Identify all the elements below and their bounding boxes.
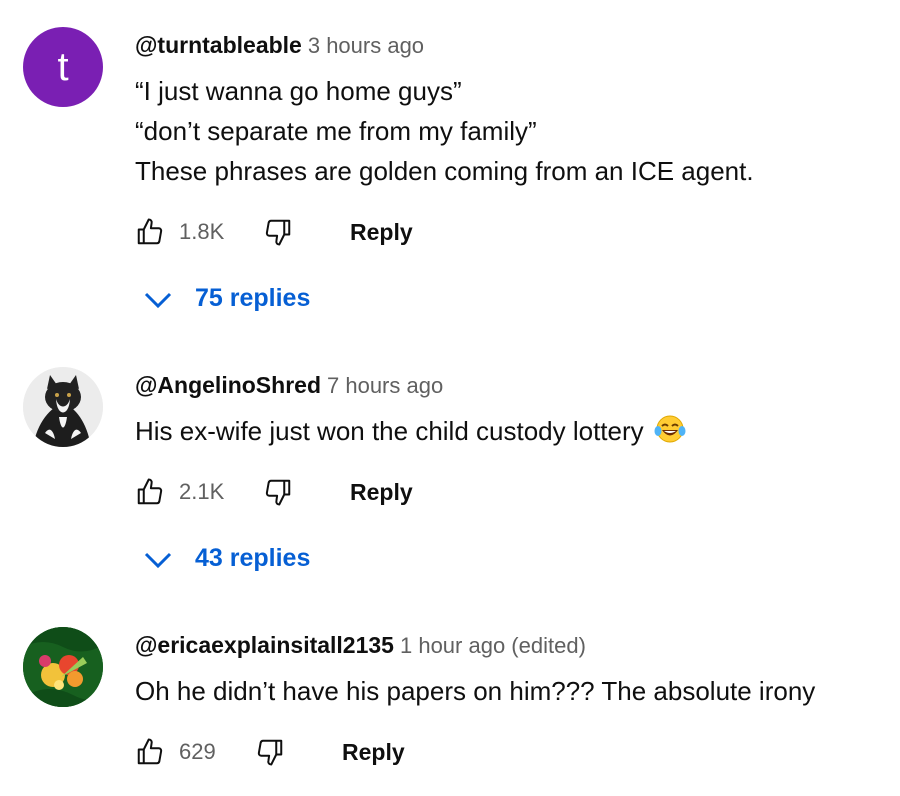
thumbs-up-icon	[137, 738, 163, 765]
replies-label: 43 replies	[195, 544, 311, 572]
thumbs-down-icon	[257, 739, 283, 766]
thumbs-up-icon	[137, 478, 163, 505]
reply-button[interactable]: Reply	[350, 219, 413, 246]
comment-line: These phrases are golden coming from an …	[135, 156, 754, 186]
avatar[interactable]: t	[23, 27, 103, 107]
like-button[interactable]	[135, 477, 165, 507]
tears-of-joy-emoji-icon	[654, 414, 686, 455]
comment-item: @AngelinoShred 7 hours ago His ex-wife ju…	[0, 340, 900, 600]
dislike-button[interactable]	[263, 477, 293, 507]
comment-item: @ericaexplainsitall2135 1 hour ago (edite…	[0, 600, 900, 796]
comment-text: “I just wanna go home guys” “don’t separ…	[135, 71, 754, 191]
like-count: 629	[179, 739, 216, 764]
comment-actions: 1.8K Reply	[135, 215, 435, 249]
view-replies-button[interactable]: 43 replies	[143, 544, 310, 573]
view-replies-button[interactable]: 75 replies	[143, 284, 310, 313]
comment-item: t @turntableable 3 hours ago “I just wann…	[0, 0, 900, 340]
chevron-down-icon	[144, 292, 172, 308]
timestamp[interactable]: 7 hours ago	[327, 373, 443, 398]
comment-actions: 629 Reply	[135, 735, 435, 769]
comment-header: @AngelinoShred 7 hours ago	[135, 372, 443, 399]
cat-avatar-image	[23, 367, 103, 447]
comment-line: “don’t separate me from my family”	[135, 116, 537, 146]
comment-header: @turntableable 3 hours ago	[135, 32, 424, 59]
comment-actions: 2.1K Reply	[135, 475, 435, 509]
fruit-avatar-image	[23, 627, 103, 707]
author-name[interactable]: @turntableable	[135, 32, 302, 58]
comment-text: His ex-wife just won the child custody l…	[135, 411, 686, 455]
chevron-down-icon	[144, 552, 172, 568]
timestamp[interactable]: 1 hour ago (edited)	[400, 633, 586, 658]
dislike-button[interactable]	[263, 217, 293, 247]
author-name[interactable]: @ericaexplainsitall2135	[135, 632, 394, 658]
comment-text: Oh he didn’t have his papers on him??? T…	[135, 671, 815, 711]
thumbs-down-icon	[265, 219, 291, 246]
thumbs-up-icon	[137, 218, 163, 245]
dislike-button[interactable]	[255, 737, 285, 767]
replies-label: 75 replies	[195, 284, 311, 312]
reply-button[interactable]: Reply	[342, 739, 405, 766]
avatar[interactable]	[23, 627, 103, 707]
like-count: 2.1K	[179, 479, 225, 504]
reply-button[interactable]: Reply	[350, 479, 413, 506]
like-button[interactable]	[135, 737, 165, 767]
like-button[interactable]	[135, 217, 165, 247]
author-name[interactable]: @AngelinoShred	[135, 372, 321, 398]
comment-header: @ericaexplainsitall2135 1 hour ago (edite…	[135, 632, 586, 659]
like-count: 1.8K	[179, 219, 225, 244]
thumbs-down-icon	[265, 479, 291, 506]
timestamp[interactable]: 3 hours ago	[308, 33, 424, 58]
avatar-letter: t	[57, 44, 69, 89]
comment-line: “I just wanna go home guys”	[135, 76, 462, 106]
comment-line: Oh he didn’t have his papers on him??? T…	[135, 676, 816, 706]
avatar[interactable]	[23, 367, 103, 447]
comment-line: His ex-wife just won the child custody l…	[135, 416, 644, 446]
